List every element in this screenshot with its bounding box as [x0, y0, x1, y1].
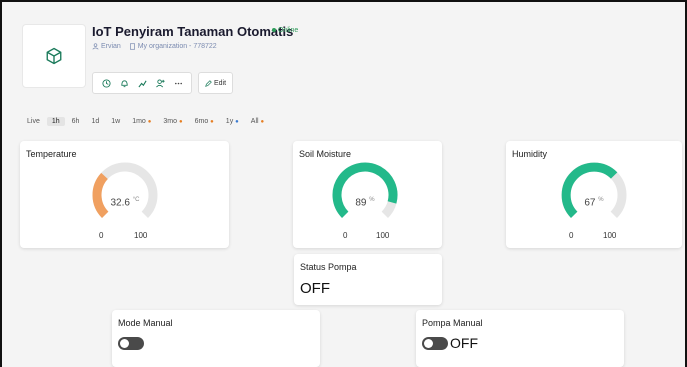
- bell-icon: [120, 79, 128, 87]
- user-add-icon: [155, 78, 165, 87]
- premium-icon: ●: [260, 118, 265, 125]
- manual-mode-toggle[interactable]: [118, 337, 144, 350]
- gauge-min: 0: [343, 231, 348, 240]
- edit-button[interactable]: Edit: [198, 72, 234, 94]
- manual-mode-widget: Mode Manual: [112, 310, 320, 367]
- range-6h[interactable]: 6h: [67, 117, 85, 126]
- range-1y[interactable]: 1y ●: [221, 117, 244, 126]
- more-icon: [174, 82, 182, 84]
- temperature-value: 32.6 °C: [110, 197, 140, 209]
- premium-icon: ●: [147, 118, 152, 125]
- online-badge: Online: [272, 27, 298, 34]
- widget-label: Soil Moisture: [299, 149, 352, 159]
- alerts-button[interactable]: [115, 74, 133, 92]
- manual-pump-widget: Pompa Manual OFF: [416, 310, 624, 367]
- cube-icon: [46, 47, 62, 65]
- soil-moisture-value: 89 %: [355, 197, 375, 209]
- pump-status-widget: Status Pompa OFF: [294, 254, 442, 305]
- range-1d[interactable]: 1d: [86, 117, 104, 126]
- range-live[interactable]: Live: [22, 117, 45, 126]
- premium-icon: ●: [210, 118, 214, 125]
- user-icon: [92, 43, 99, 50]
- edit-icon: [205, 79, 212, 87]
- analytics-button[interactable]: [133, 74, 151, 92]
- soil-moisture-widget: Soil Moisture 89 % 0 100: [293, 141, 442, 248]
- building-icon: [129, 43, 135, 50]
- range-1w[interactable]: 1w: [106, 117, 125, 126]
- humidity-widget: Humidity 67 % 0 100: [506, 141, 682, 248]
- device-toolbar: Edit: [92, 72, 234, 94]
- history-button[interactable]: [97, 74, 115, 92]
- manual-pump-state: OFF: [450, 335, 478, 351]
- manual-pump-toggle[interactable]: [422, 337, 448, 350]
- temperature-widget: Temperature 32.6 °C 0 100: [20, 141, 229, 248]
- range-1mo[interactable]: 1mo ●: [127, 117, 156, 126]
- owner-link[interactable]: Ervian: [92, 43, 123, 50]
- toolbar-icon-group: [92, 72, 192, 94]
- temperature-gauge: [92, 162, 158, 218]
- chart-icon: [137, 80, 147, 87]
- org-link[interactable]: My organization - 778722: [129, 43, 217, 50]
- device-thumbnail: [22, 24, 86, 88]
- gauge-max: 100: [376, 231, 390, 240]
- widget-label: Mode Manual: [118, 318, 173, 328]
- gauge-max: 100: [603, 231, 617, 240]
- clock-icon: [101, 78, 111, 88]
- range-3mo[interactable]: 3mo ●: [158, 117, 187, 126]
- premium-icon: ●: [235, 118, 239, 125]
- soil-moisture-gauge: [332, 162, 398, 218]
- widget-label: Pompa Manual: [422, 318, 483, 328]
- online-dot-icon: [272, 28, 276, 33]
- range-6mo[interactable]: 6mo ●: [190, 117, 219, 126]
- time-range-selector: Live 1h 6h 1d 1w 1mo ● 3mo ● 6mo ● 1y ● …: [22, 114, 271, 128]
- gauge-min: 0: [569, 231, 574, 240]
- more-button[interactable]: [169, 74, 187, 92]
- gauge-fill: [92, 172, 109, 218]
- widget-label: Status Pompa: [300, 262, 357, 272]
- widget-label: Humidity: [512, 149, 548, 159]
- share-user-button[interactable]: [151, 74, 169, 92]
- premium-icon: ●: [178, 118, 183, 125]
- humidity-value: 67 %: [584, 197, 604, 209]
- widget-label: Temperature: [26, 149, 77, 159]
- device-title: IoT Penyiram Tanaman Otomatis: [92, 24, 294, 39]
- toggle-knob: [120, 339, 129, 348]
- gauge-max: 100: [134, 231, 148, 240]
- pump-status-value: OFF: [300, 280, 330, 297]
- device-meta: Ervian My organization - 778722: [92, 43, 223, 50]
- gauge-min: 0: [99, 231, 104, 240]
- toggle-knob: [424, 339, 433, 348]
- range-1h[interactable]: 1h: [46, 116, 65, 126]
- humidity-gauge: [561, 162, 627, 218]
- range-all[interactable]: All ●: [246, 117, 269, 126]
